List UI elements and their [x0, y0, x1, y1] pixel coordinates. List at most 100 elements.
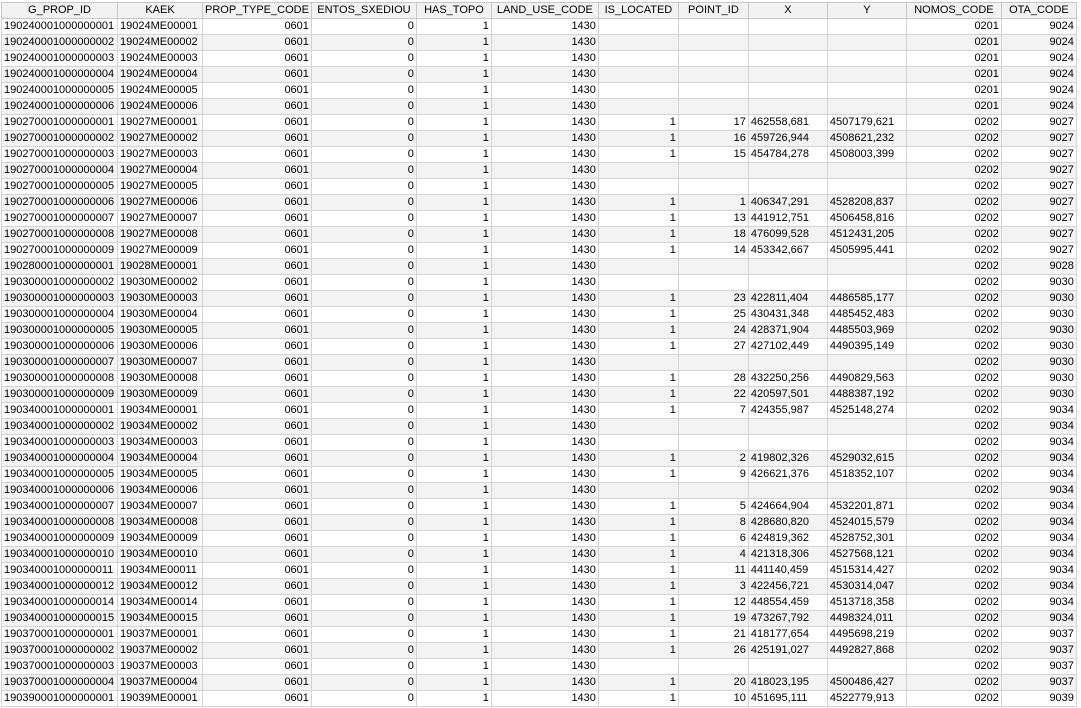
cell-entos-sxediou[interactable]: 0: [310, 226, 417, 243]
cell-land-use-code[interactable]: 1430: [490, 402, 599, 419]
cell-y[interactable]: 4488387,192: [826, 386, 907, 403]
cell-is-located[interactable]: 1: [597, 514, 679, 531]
table-row[interactable]: 190340001000000011 19034ME00011 0601 0 1 1430…: [1, 562, 1077, 579]
cell-entos-sxediou[interactable]: 0: [310, 482, 417, 499]
cell-prop-type-code[interactable]: 0601: [202, 98, 312, 115]
cell-prop-type-code[interactable]: 0601: [202, 514, 312, 531]
cell-y[interactable]: 4485452,483: [826, 306, 907, 323]
cell-ota-code[interactable]: 9034: [1000, 546, 1077, 563]
cell-nomos-code[interactable]: 0202: [905, 322, 1002, 339]
cell-point-id[interactable]: 16: [677, 130, 749, 147]
table-row[interactable]: 190300001000000004 19030ME00004 0601 0 1 1430…: [1, 306, 1077, 323]
cell-point-id[interactable]: [677, 354, 749, 371]
cell-y[interactable]: [826, 18, 907, 35]
cell-has-topo[interactable]: 1: [415, 642, 492, 659]
cell-kaek[interactable]: 19030ME00007: [117, 354, 203, 371]
cell-is-located[interactable]: 1: [597, 370, 679, 387]
cell-land-use-code[interactable]: 1430: [490, 82, 599, 99]
cell-entos-sxediou[interactable]: 0: [310, 34, 417, 51]
cell-point-id[interactable]: [677, 418, 749, 435]
cell-prop-type-code[interactable]: 0601: [202, 578, 312, 595]
cell-prop-type-code[interactable]: 0601: [202, 242, 312, 259]
cell-has-topo[interactable]: 1: [415, 418, 492, 435]
cell-x[interactable]: 427102,449: [747, 338, 828, 355]
cell-x[interactable]: [747, 50, 828, 67]
table-row[interactable]: 190270001000000007 19027ME00007 0601 0 1 1430…: [1, 210, 1077, 227]
cell-point-id[interactable]: 8: [677, 514, 749, 531]
table-row[interactable]: 190340001000000010 19034ME00010 0601 0 1 1430…: [1, 546, 1077, 563]
cell-is-located[interactable]: 1: [597, 194, 679, 211]
table-row[interactable]: 190270001000000001 19027ME00001 0601 0 1 1430…: [1, 114, 1077, 131]
cell-x[interactable]: [747, 98, 828, 115]
cell-nomos-code[interactable]: 0202: [905, 354, 1002, 371]
cell-x[interactable]: 451695,111: [747, 690, 828, 707]
table-row[interactable]: 190270001000000009 19027ME00009 0601 0 1 1430…: [1, 242, 1077, 259]
cell-ota-code[interactable]: 9030: [1000, 322, 1077, 339]
cell-entos-sxediou[interactable]: 0: [310, 530, 417, 547]
cell-ota-code[interactable]: 9024: [1000, 66, 1077, 83]
cell-has-topo[interactable]: 1: [415, 690, 492, 707]
cell-y[interactable]: 4500486,427: [826, 674, 907, 691]
cell-entos-sxediou[interactable]: 0: [310, 194, 417, 211]
cell-ota-code[interactable]: 9034: [1000, 402, 1077, 419]
cell-entos-sxediou[interactable]: 0: [310, 402, 417, 419]
cell-has-topo[interactable]: 1: [415, 322, 492, 339]
table-row[interactable]: 190300001000000003 19030ME00003 0601 0 1 1430…: [1, 290, 1077, 307]
cell-kaek[interactable]: 19027ME00008: [117, 226, 203, 243]
cell-land-use-code[interactable]: 1430: [490, 98, 599, 115]
cell-g-prop-id[interactable]: 190370001000000001: [1, 626, 118, 643]
table-row[interactable]: 190370001000000002 19037ME00002 0601 0 1 1430…: [1, 642, 1077, 659]
cell-nomos-code[interactable]: 0202: [905, 130, 1002, 147]
cell-land-use-code[interactable]: 1430: [490, 354, 599, 371]
cell-entos-sxediou[interactable]: 0: [310, 690, 417, 707]
cell-x[interactable]: 462558,681: [747, 114, 828, 131]
cell-x[interactable]: [747, 34, 828, 51]
cell-has-topo[interactable]: 1: [415, 306, 492, 323]
cell-x[interactable]: [747, 482, 828, 499]
table-row[interactable]: 190340001000000001 19034ME00001 0601 0 1 1430…: [1, 402, 1077, 419]
cell-x[interactable]: 424664,904: [747, 498, 828, 515]
cell-point-id[interactable]: [677, 434, 749, 451]
cell-prop-type-code[interactable]: 0601: [202, 482, 312, 499]
cell-ota-code[interactable]: 9034: [1000, 450, 1077, 467]
cell-point-id[interactable]: 14: [677, 242, 749, 259]
cell-prop-type-code[interactable]: 0601: [202, 530, 312, 547]
cell-point-id[interactable]: 6: [677, 530, 749, 547]
cell-is-located[interactable]: [597, 434, 679, 451]
cell-land-use-code[interactable]: 1430: [490, 498, 599, 515]
cell-ota-code[interactable]: 9034: [1000, 594, 1077, 611]
cell-point-id[interactable]: [677, 50, 749, 67]
cell-g-prop-id[interactable]: 190270001000000006: [1, 194, 118, 211]
cell-entos-sxediou[interactable]: 0: [310, 146, 417, 163]
cell-entos-sxediou[interactable]: 0: [310, 610, 417, 627]
cell-g-prop-id[interactable]: 190300001000000007: [1, 354, 118, 371]
cell-nomos-code[interactable]: 0202: [905, 258, 1002, 275]
cell-prop-type-code[interactable]: 0601: [202, 338, 312, 355]
cell-point-id[interactable]: 21: [677, 626, 749, 643]
cell-y[interactable]: 4507179,621: [826, 114, 907, 131]
cell-nomos-code[interactable]: 0202: [905, 146, 1002, 163]
cell-prop-type-code[interactable]: 0601: [202, 322, 312, 339]
cell-g-prop-id[interactable]: 190370001000000004: [1, 674, 118, 691]
cell-prop-type-code[interactable]: 0601: [202, 626, 312, 643]
cell-land-use-code[interactable]: 1430: [490, 482, 599, 499]
cell-x[interactable]: 453342,667: [747, 242, 828, 259]
cell-kaek[interactable]: 19024ME00006: [117, 98, 203, 115]
cell-kaek[interactable]: 19037ME00003: [117, 658, 203, 675]
cell-kaek[interactable]: 19030ME00004: [117, 306, 203, 323]
cell-kaek[interactable]: 19024ME00002: [117, 34, 203, 51]
cell-nomos-code[interactable]: 0202: [905, 274, 1002, 291]
cell-entos-sxediou[interactable]: 0: [310, 50, 417, 67]
cell-has-topo[interactable]: 1: [415, 274, 492, 291]
cell-point-id[interactable]: [677, 258, 749, 275]
cell-land-use-code[interactable]: 1430: [490, 386, 599, 403]
cell-point-id[interactable]: 20: [677, 674, 749, 691]
cell-g-prop-id[interactable]: 190340001000000007: [1, 498, 118, 515]
cell-ota-code[interactable]: 9030: [1000, 338, 1077, 355]
table-row[interactable]: 190280001000000001 19028ME00001 0601 0 1 1430…: [1, 258, 1077, 275]
cell-point-id[interactable]: [677, 18, 749, 35]
cell-land-use-code[interactable]: 1430: [490, 626, 599, 643]
cell-y[interactable]: [826, 258, 907, 275]
cell-kaek[interactable]: 19030ME00006: [117, 338, 203, 355]
cell-has-topo[interactable]: 1: [415, 130, 492, 147]
